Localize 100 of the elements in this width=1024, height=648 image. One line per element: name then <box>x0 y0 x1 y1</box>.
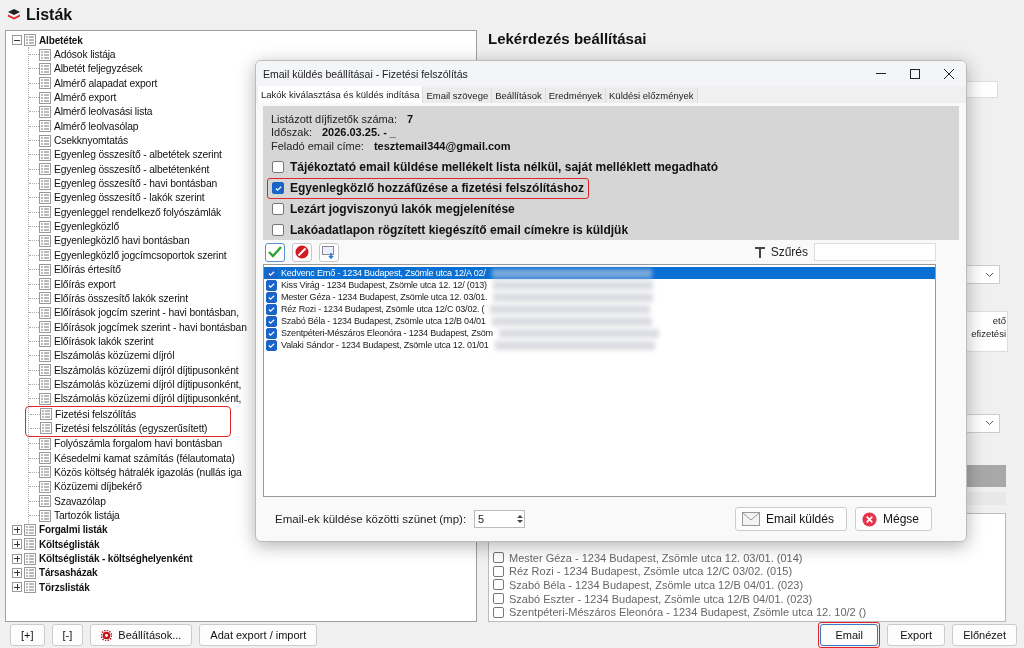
option-label[interactable]: Lakóadatlapon rögzített kiegészítő email címekre is küldjük <box>290 223 629 237</box>
recipient-item[interactable]: Szabó Béla - 1234 Budapest, Zsömle utca 12/B 04/01. (023) <box>509 579 804 591</box>
checkmark-icon <box>268 246 282 258</box>
tree-item[interactable]: Közös költség hátralék igazolás (nullás iga <box>54 467 242 478</box>
checkbox[interactable] <box>266 339 277 351</box>
tree-item[interactable]: Almérő alapadat export <box>54 77 158 89</box>
option-label[interactable]: Tájékoztató email küldése mellékelt lista nélkül, saját melléklett megadható <box>290 160 719 174</box>
checkbox[interactable] <box>272 224 284 236</box>
tree-item[interactable]: Egyenleg összesítő - albetétenként <box>54 163 210 175</box>
button[interactable]: Adat export / import <box>199 624 318 646</box>
tree-group[interactable]: Forgalmi listák <box>39 524 108 536</box>
recipient-item[interactable]: Szentpéteri-Mészáros Eleonóra - 1234 Budapest, Zsömle utca 12. 10/2 () <box>509 606 867 619</box>
tree-group[interactable]: Albetétek <box>39 34 83 46</box>
tree-item[interactable]: Előírások lakók szerint <box>54 335 154 347</box>
list-icon <box>24 523 36 536</box>
tree-item[interactable]: Egyenlegközlő <box>54 221 120 233</box>
tree-item[interactable]: Egyenleg összesítő - havi bontásban <box>54 178 218 190</box>
tree-item[interactable]: Előírás összesítő lakók szerint <box>54 292 188 304</box>
tab[interactable]: Beállítások <box>492 88 546 103</box>
tree-item[interactable]: Egyenleggel rendelkező folyószámlák <box>54 206 222 218</box>
tree-item[interactable]: Elszámolás közüzemi díjról díjtipusonként, <box>54 393 242 405</box>
tree-item[interactable]: Egyenlegközlő jogcímcsoportok szerint <box>54 249 227 261</box>
tree-item[interactable]: Szavazólap <box>54 495 106 507</box>
recipient-item[interactable]: Kiss Virág - 1234 Budapest, Zsömle utca 12. 12/ (013) <box>281 279 487 291</box>
recipient-item[interactable]: Szabó Eszter - 1234 Budapest, Zsömle utca 12/B 04/01. (023) <box>509 592 813 605</box>
tree-group[interactable]: Társasházak <box>39 567 98 579</box>
checkbox[interactable] <box>266 279 277 291</box>
collapse-icon[interactable] <box>12 35 22 46</box>
tree-item[interactable]: Tartozók listája <box>54 510 120 521</box>
recipient-item[interactable]: Valaki Sándor - 1234 Budapest, Zsömle utca 12. 01/01 <box>281 339 489 351</box>
checkbox[interactable] <box>266 291 277 303</box>
button[interactable]: Előnézet <box>952 624 1017 646</box>
tree-item[interactable]: Előírás export <box>54 278 116 290</box>
spin-field[interactable]: 5 <box>474 510 526 528</box>
tree-item[interactable]: Elszámolás közüzemi díjról díjtipusonként, <box>54 378 242 390</box>
deselect-all-button[interactable] <box>292 242 312 262</box>
checkbox[interactable] <box>493 579 504 591</box>
button[interactable]: [+] <box>10 624 45 646</box>
list-icon <box>39 321 51 334</box>
button[interactable]: [-] <box>51 624 84 646</box>
tree-item[interactable]: Egyenlegközlő havi bontásban <box>54 235 190 247</box>
checkbox[interactable] <box>493 606 504 618</box>
tab[interactable]: Lakók kiválasztása és küldés indítása <box>258 86 424 103</box>
tree-item[interactable]: Fizetési felszólítás <box>55 408 137 420</box>
button[interactable]: Email <box>820 624 879 646</box>
tree-item[interactable]: Közüzemi díjbekérő <box>54 481 142 493</box>
expand-icon[interactable] <box>12 524 22 535</box>
tree-item[interactable]: Elszámolás közüzemi díjról <box>54 350 175 362</box>
tab[interactable]: Eredmények <box>545 88 607 103</box>
tree-item[interactable]: Almérő leolvasólap <box>54 120 139 132</box>
recipient-item[interactable]: Mester Géza - 1234 Budapest, Zsömle utca 12. 03/01. <box>281 291 488 303</box>
tree-group[interactable]: Költséglisták <box>39 538 100 550</box>
checkbox[interactable] <box>266 303 277 315</box>
text-line: ető <box>992 314 1006 328</box>
checkbox[interactable] <box>272 203 284 215</box>
tree-item[interactable]: Almérő leolvasási lista <box>54 106 153 118</box>
button[interactable]: Export <box>887 624 946 646</box>
tree-item[interactable]: Előírások jogcím szerint - havi bontásban, <box>54 307 239 319</box>
checkbox[interactable] <box>493 593 504 605</box>
button[interactable]: Beállítások... <box>90 624 193 646</box>
option-label[interactable]: Lezárt jogviszonyú lakók megjelenítése <box>290 202 515 216</box>
tree-item[interactable]: Előírások jogcímek szerint - havi bontásban <box>54 321 247 333</box>
tree-item[interactable]: Előírás értesítő <box>54 264 121 276</box>
info-label: Feladó email címe: <box>271 139 364 152</box>
expand-icon[interactable] <box>12 553 22 564</box>
recipient-item[interactable]: Réz Rozi - 1234 Budapest, Zsömle utca 12/C 03/02. ( <box>281 303 485 315</box>
tree-item[interactable]: Elszámolás közüzemi díjról díjtipusonként <box>54 364 239 376</box>
checkbox[interactable] <box>266 267 277 279</box>
tab[interactable]: Küldési előzmények <box>606 88 698 103</box>
checkbox[interactable] <box>493 552 504 564</box>
tree-item[interactable]: Almérő export <box>54 92 117 104</box>
checkbox[interactable] <box>266 315 277 327</box>
checkbox[interactable] <box>493 565 504 577</box>
button[interactable]: Mégse <box>854 507 932 531</box>
tree-item[interactable]: Egyenleg összesítő - albetétek szerint <box>54 149 222 161</box>
tab[interactable]: Email szövege <box>423 88 493 103</box>
tree-item[interactable]: Folyószámla forgalom havi bontásban <box>54 438 223 450</box>
list-icon <box>24 34 36 47</box>
mail-import-button[interactable] <box>319 242 339 262</box>
recipient-item[interactable]: Szentpéteri-Mészáros Eleonóra - 1234 Budapest, Zsöm <box>281 327 493 339</box>
expand-icon[interactable] <box>12 539 22 550</box>
checkbox[interactable] <box>272 182 284 194</box>
recipient-item[interactable]: Szabó Béla - 1234 Budapest, Zsömle utca 12/B 04/01 <box>281 315 486 327</box>
button[interactable]: Email küldés <box>734 507 847 531</box>
select-all-button[interactable] <box>265 242 285 262</box>
tree-item[interactable]: Csekknyomtatás <box>54 135 128 147</box>
tree-group[interactable]: Költséglisták - költséghelyenként <box>39 553 193 565</box>
checkbox[interactable] <box>272 161 284 173</box>
filter-field[interactable] <box>814 243 936 261</box>
tree-item[interactable]: Adósok listája <box>54 49 116 60</box>
expand-icon[interactable] <box>12 567 22 578</box>
expand-icon[interactable] <box>12 582 22 593</box>
tree-group[interactable]: Törzslisták <box>39 581 90 593</box>
recipient-item[interactable]: Réz Rozi - 1234 Budapest, Zsömle utca 12/C 03/02. (015) <box>509 565 793 578</box>
checkbox[interactable] <box>266 327 277 339</box>
tree-item[interactable]: Fizetési felszólítás (egyszerűsített) <box>55 422 208 434</box>
tree-item[interactable]: Késedelmi kamat számítás (félautomata) <box>54 452 235 464</box>
tree-item[interactable]: Egyenleg összesítő - lakók szerint <box>54 192 205 204</box>
recipient-item[interactable]: Mester Géza - 1234 Budapest, Zsömle utca 12. 03/01. (014) <box>509 551 803 564</box>
tree-item[interactable]: Albetét feljegyzések <box>54 63 143 75</box>
